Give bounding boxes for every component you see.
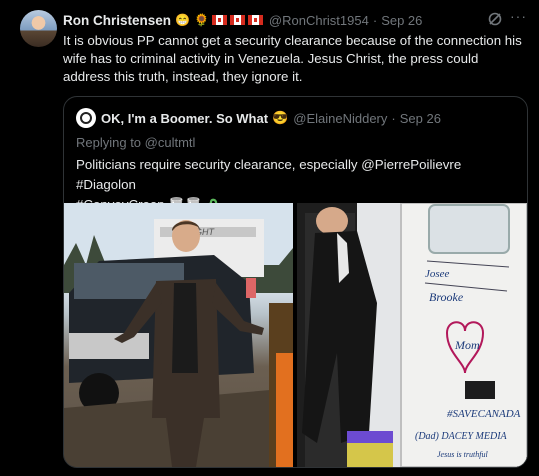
author-avatar[interactable]: [20, 10, 57, 47]
replying-to-handle[interactable]: @cultmtl: [145, 135, 196, 150]
sign-text-jesus: Jesus is truthful: [437, 450, 488, 459]
grin-emoji: 😁: [175, 13, 190, 27]
sunglasses-emoji: 😎: [272, 110, 289, 125]
quoted-text-line-1: Politicians require security clearance, …: [76, 157, 462, 192]
quoted-separator-dot: ·: [391, 110, 396, 126]
grok-icon[interactable]: [487, 11, 503, 27]
author-handle[interactable]: @RonChrist1954: [269, 13, 369, 28]
quoted-header: OK, I'm a Boomer. So What 😎 @ElaineNidde…: [76, 108, 441, 128]
quoted-author-name[interactable]: OK, I'm a Boomer. So What: [101, 111, 268, 126]
quoted-author-avatar[interactable]: [76, 108, 96, 128]
canada-flag-icon: [247, 15, 263, 25]
post-date[interactable]: Sep 26: [381, 13, 422, 28]
quoted-date[interactable]: Sep 26: [400, 111, 441, 126]
replying-to: Replying to @cultmtl: [76, 135, 195, 150]
more-options-icon[interactable]: ···: [510, 8, 526, 24]
replying-prefix: Replying to: [76, 135, 145, 150]
author-name[interactable]: Ron Christensen: [63, 13, 171, 28]
canada-flag-icon: [211, 15, 227, 25]
separator-dot: ·: [372, 12, 378, 28]
sign-text-dacey-media: (Dad) DACEY MEDIA: [415, 431, 508, 442]
photo-man-by-truck[interactable]: FLIGHT: [64, 203, 293, 467]
canada-flag-icon: [229, 15, 245, 25]
quoted-tweet[interactable]: OK, I'm a Boomer. So What 😎 @ElaineNidde…: [63, 96, 528, 468]
tweet-post[interactable]: Ron Christensen 😁 🌻 @RonChrist1954 · Sep…: [0, 0, 539, 476]
quoted-author-handle[interactable]: @ElaineNiddery: [293, 111, 387, 126]
sign-text-brooke: Brooke: [429, 290, 464, 304]
photo-man-in-rv-door[interactable]: Josee Brooke Mom #SAVECANADA (Dad) DACEY…: [297, 203, 527, 467]
sunflower-emoji: 🌻: [193, 13, 209, 27]
media-grid[interactable]: FLIGHT: [64, 203, 527, 467]
sign-text-mom: Mom: [454, 338, 480, 352]
tweet-header: Ron Christensen 😁 🌻 @RonChrist1954 · Sep…: [63, 11, 533, 29]
sign-text-josee: Josee: [425, 268, 450, 280]
sign-text-savecanada: #SAVECANADA: [447, 408, 521, 420]
tweet-text: It is obvious PP cannot get a security c…: [63, 33, 522, 84]
